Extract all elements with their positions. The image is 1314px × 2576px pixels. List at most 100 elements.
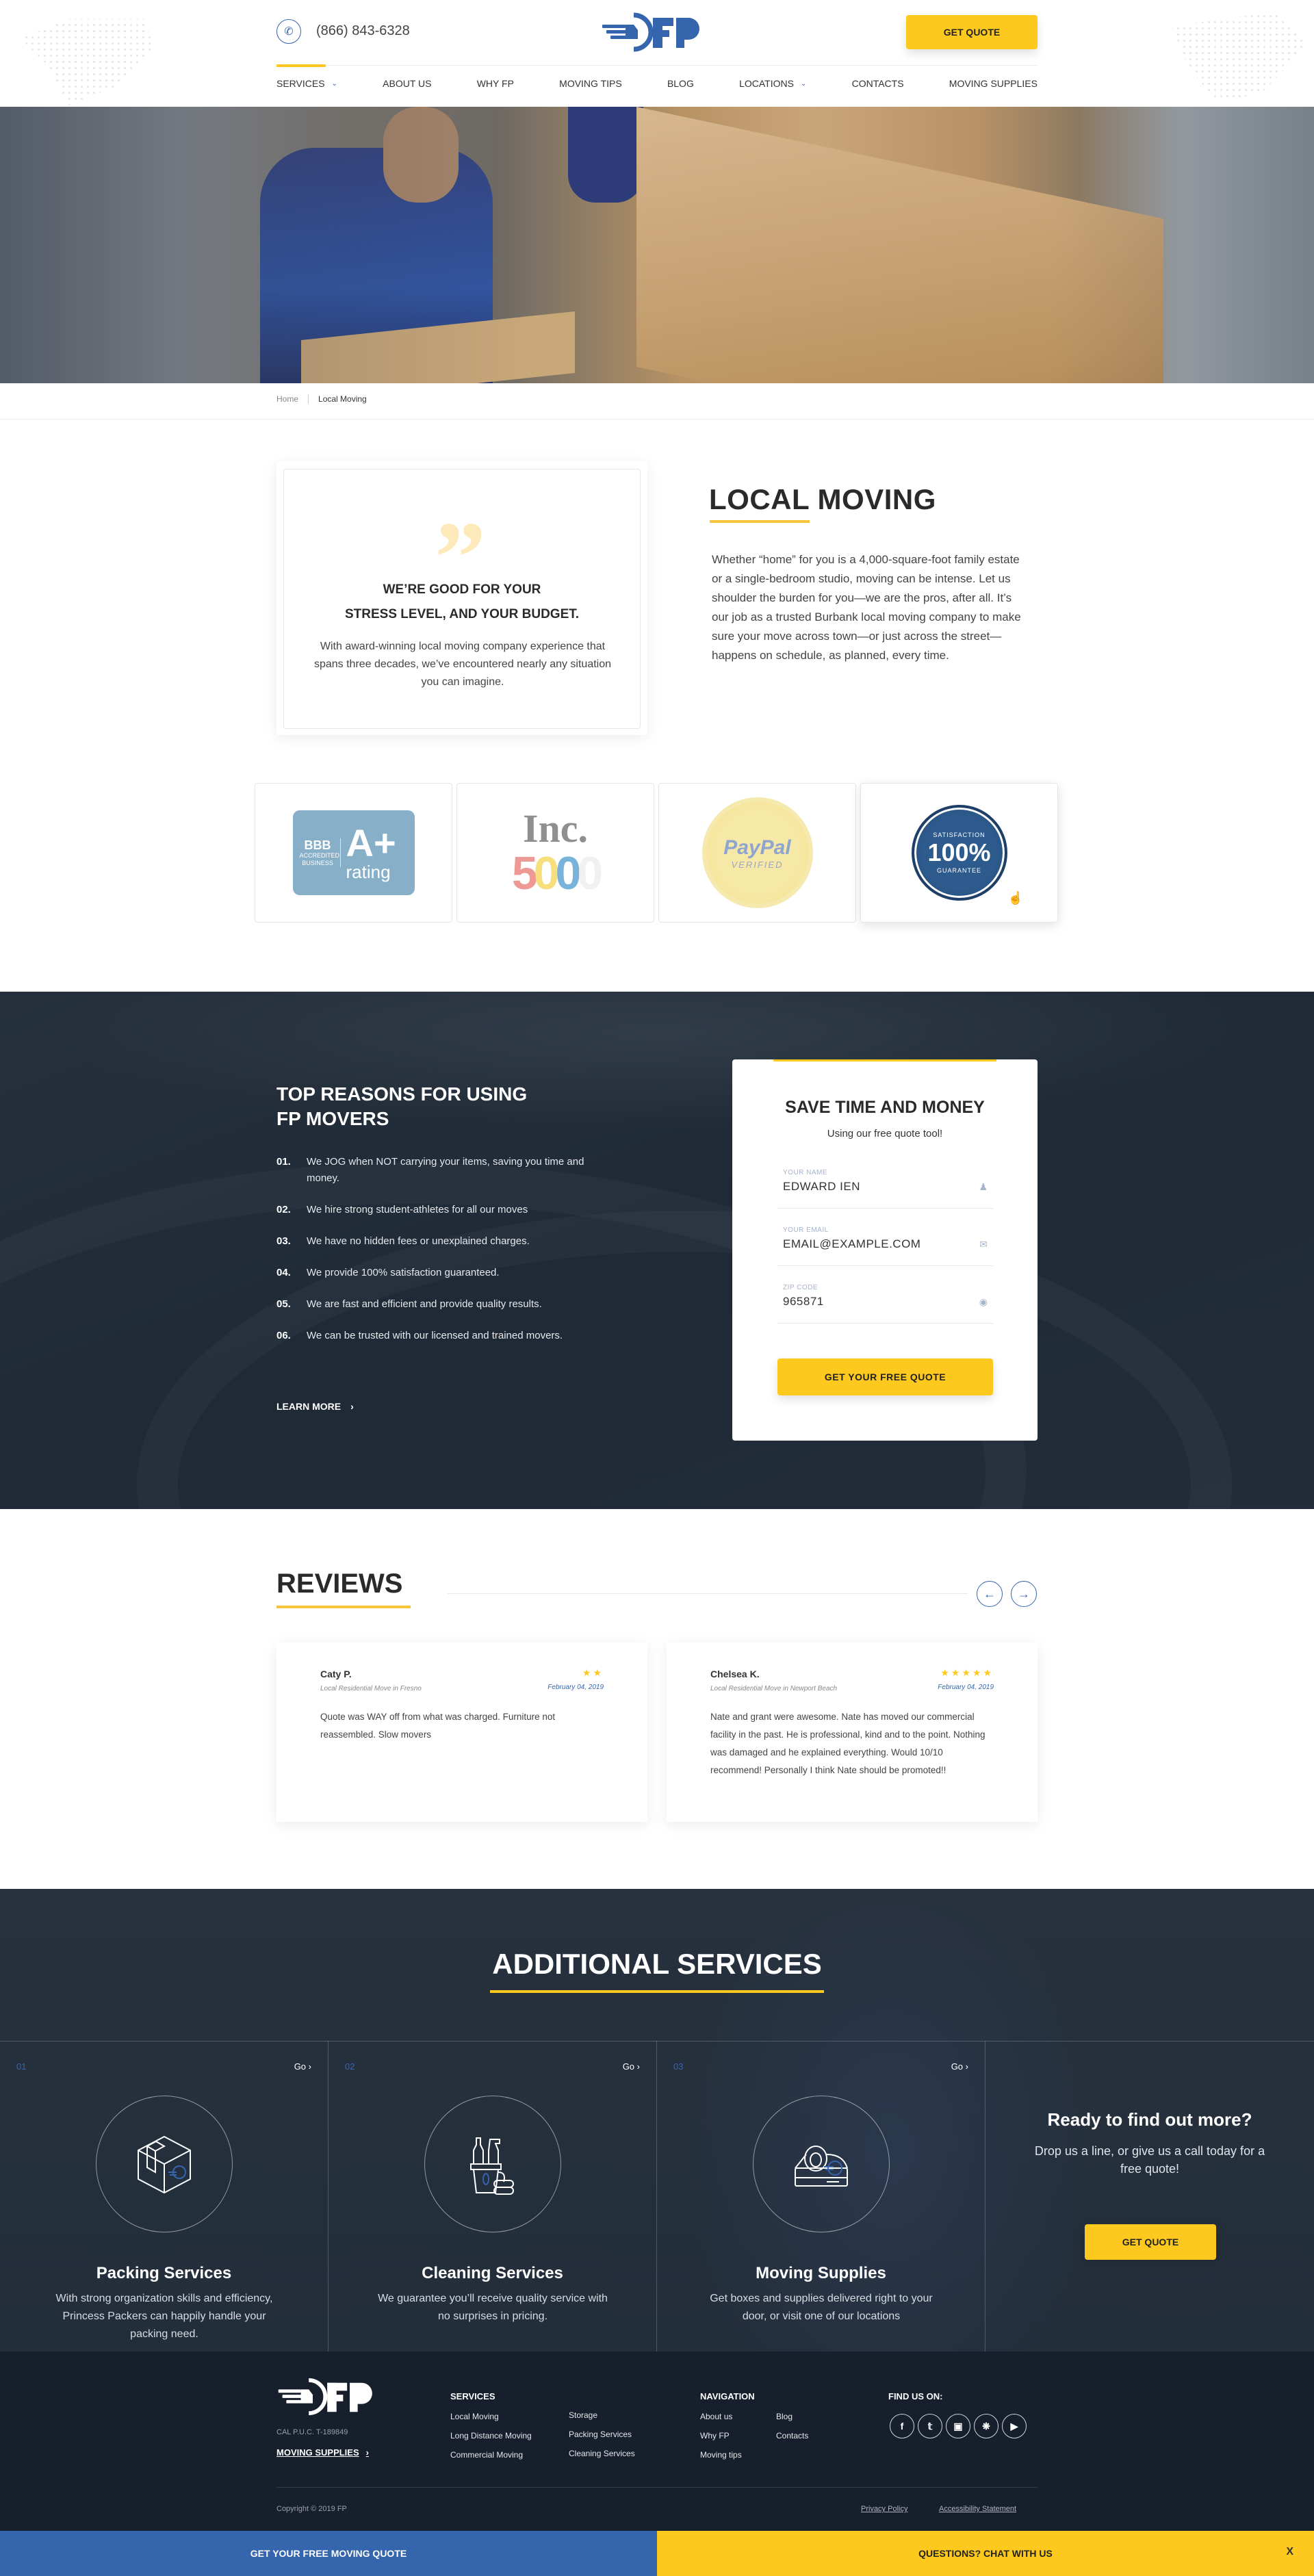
main-nav: SERVICES ⌄ ABOUT US WHY FP MOVING TIPS BL… bbox=[276, 78, 1038, 89]
site-footer bbox=[0, 2352, 1314, 2531]
service-name: Packing Services bbox=[96, 2264, 232, 2282]
service-go-link[interactable]: Go › bbox=[623, 2061, 640, 2072]
footer-link[interactable]: Storage bbox=[569, 2410, 597, 2420]
reason-text: We can be trusted with our licensed and … bbox=[307, 1330, 563, 1341]
bbb-text: BBB bbox=[304, 838, 331, 852]
close-icon[interactable]: X bbox=[1286, 2546, 1293, 2558]
footer-link[interactable]: Local Moving bbox=[450, 2412, 499, 2421]
service-card-supplies[interactable]: 03 Go › Moving Supplies Get boxes and su… bbox=[657, 2041, 985, 2352]
footer-link[interactable]: Packing Services bbox=[569, 2430, 632, 2439]
quote-card-inner: ” WE’RE GOOD FOR YOUR STRESS LEVEL, AND … bbox=[283, 469, 641, 729]
breadcrumb-home[interactable]: Home bbox=[276, 394, 298, 404]
quote-title: WE’RE GOOD FOR YOUR STRESS LEVEL, AND YO… bbox=[284, 578, 640, 627]
bbb-grade: A+ bbox=[346, 821, 396, 864]
copyright: Copyright © 2019 FP bbox=[276, 2505, 347, 2513]
instagram-icon[interactable]: ▣ bbox=[946, 2414, 970, 2438]
footer-social-heading: FIND US ON: bbox=[888, 2391, 943, 2401]
header-get-quote-button[interactable]: GET QUOTE bbox=[906, 15, 1038, 49]
reason-number: 04. bbox=[276, 1267, 291, 1278]
reviews-prev-button[interactable]: ← bbox=[977, 1581, 1003, 1607]
review-move-type: Local Residential Move in Fresno bbox=[320, 1685, 422, 1692]
service-go-link[interactable]: Go › bbox=[951, 2061, 968, 2072]
footer-moving-supplies-link[interactable]: MOVING SUPPLIES › bbox=[276, 2447, 369, 2458]
reviews-next-button[interactable]: → bbox=[1011, 1581, 1037, 1607]
phone-icon[interactable]: ✆ bbox=[276, 19, 301, 44]
review-text: Quote was WAY off from what was charged.… bbox=[320, 1712, 556, 1740]
footer-link[interactable]: About us bbox=[700, 2412, 732, 2421]
page-title: LOCAL MOVING bbox=[709, 483, 936, 515]
free-moving-quote-button[interactable]: GET YOUR FREE MOVING QUOTE bbox=[0, 2531, 657, 2576]
footer-divider bbox=[276, 2487, 1038, 2488]
nav-item-locations[interactable]: LOCATIONS ⌄ bbox=[739, 78, 806, 89]
twitter-icon[interactable]: 𝕥 bbox=[918, 2414, 942, 2438]
footer-link[interactable]: Cleaning Services bbox=[569, 2449, 635, 2458]
hand-cursor-icon: ☝ bbox=[1007, 891, 1023, 905]
badge-paypal-verified[interactable]: PayPal VERIFIED bbox=[658, 783, 856, 923]
footer-link[interactable]: Why FP bbox=[700, 2431, 730, 2440]
reason-number: 06. bbox=[276, 1330, 291, 1341]
bbb-right: A+ rating bbox=[346, 821, 396, 882]
footer-link[interactable]: Moving tips bbox=[700, 2450, 742, 2460]
phone-number[interactable]: (866) 843-6328 bbox=[316, 23, 410, 39]
additional-services-title: ADDITIONAL SERVICES bbox=[492, 1948, 822, 1980]
yelp-icon[interactable]: ❋ bbox=[974, 2414, 999, 2438]
cta-title: Ready to find out more? bbox=[1047, 2109, 1252, 2130]
mail-icon: ✉ bbox=[979, 1239, 988, 1250]
logo-mark bbox=[602, 12, 699, 52]
email-input[interactable] bbox=[783, 1237, 954, 1251]
service-description: We guarantee you’ll receive quality serv… bbox=[378, 2293, 608, 2322]
facebook-icon[interactable]: f bbox=[890, 2414, 914, 2438]
chevron-right-icon: › bbox=[308, 2061, 311, 2072]
learn-more-link[interactable]: LEARN MORE › bbox=[276, 1401, 354, 1412]
service-go-link[interactable]: Go › bbox=[294, 2061, 311, 2072]
zip-input[interactable] bbox=[783, 1295, 954, 1309]
footer-link[interactable]: Blog bbox=[776, 2412, 793, 2421]
footer-fp-logo[interactable] bbox=[276, 2378, 386, 2416]
reviewer-name: Chelsea K. bbox=[710, 1669, 760, 1679]
footer-link[interactable]: Commercial Moving bbox=[450, 2450, 523, 2460]
quote-form: SAVE TIME AND MONEY Using our free quote… bbox=[732, 1059, 1038, 1441]
nav-item-about-us[interactable]: ABOUT US bbox=[383, 78, 431, 89]
footer-link[interactable]: Contacts bbox=[776, 2431, 808, 2440]
badge-bbb[interactable]: BBB ACCREDITED BUSINESS A+ rating bbox=[255, 783, 452, 923]
nav-item-moving-tips[interactable]: MOVING TIPS bbox=[559, 78, 622, 89]
cleaning-supplies-icon bbox=[470, 2137, 514, 2195]
form-title: SAVE TIME AND MONEY bbox=[785, 1098, 985, 1117]
nav-item-moving-supplies[interactable]: MOVING SUPPLIES bbox=[949, 78, 1038, 89]
service-card-packing[interactable]: 01 Go › Packing Services With strong org… bbox=[0, 2041, 328, 2352]
privacy-policy-link[interactable]: Privacy Policy bbox=[861, 2505, 907, 2513]
reviews-divider bbox=[448, 1593, 968, 1594]
chat-with-us-button[interactable]: QUESTIONS? CHAT WITH US X bbox=[657, 2531, 1314, 2576]
inc-number: 5000 bbox=[512, 847, 603, 899]
reasons-section: TOP REASONS FOR USING FP MOVERS 01. We JO… bbox=[0, 992, 1314, 1509]
name-input[interactable] bbox=[783, 1180, 954, 1194]
service-card-cleaning[interactable]: 02 Go › Cleaning Services We guarantee y… bbox=[328, 2041, 657, 2352]
nav-item-blog[interactable]: BLOG bbox=[667, 78, 694, 89]
badge-satisfaction[interactable]: SATISFACTION 100% GUARANTEE ☝ bbox=[860, 783, 1058, 923]
chevron-down-icon: ⌄ bbox=[331, 79, 337, 88]
nav-item-why-fp[interactable]: WHY FP bbox=[477, 78, 514, 89]
get-free-quote-button[interactable]: GET YOUR FREE QUOTE bbox=[777, 1358, 993, 1395]
moving-supplies-label: MOVING SUPPLIES bbox=[276, 2447, 359, 2458]
review-card: Chelsea K. Local Residential Move in New… bbox=[667, 1643, 1038, 1822]
title-underline bbox=[490, 1990, 824, 1993]
nav-item-contacts[interactable]: CONTACTS bbox=[852, 78, 904, 89]
fp-logo[interactable]: FP bbox=[602, 12, 712, 52]
inc-digit: 0 bbox=[555, 847, 582, 899]
footer-navigation-heading: NAVIGATION bbox=[700, 2391, 755, 2401]
breadcrumb-separator bbox=[308, 394, 309, 404]
youtube-icon[interactable]: ▶ bbox=[1002, 2414, 1027, 2438]
badge-inc5000[interactable]: Inc. 5000 bbox=[456, 783, 654, 923]
cta-get-quote-button[interactable]: GET QUOTE bbox=[1085, 2224, 1216, 2260]
logo-text: FP bbox=[602, 12, 604, 13]
satisfaction-seal: SATISFACTION 100% GUARANTEE bbox=[911, 805, 1007, 901]
bbb-left: BBB ACCREDITED BUSINESS bbox=[300, 838, 341, 867]
reason-item: 05. We are fast and efficient and provide… bbox=[276, 1296, 591, 1313]
reason-text: We provide 100% satisfaction guaranteed. bbox=[307, 1267, 500, 1278]
nav-item-services[interactable]: SERVICES ⌄ bbox=[276, 78, 337, 89]
breadcrumb-divider bbox=[0, 419, 1314, 420]
service-icon-circle bbox=[753, 2096, 890, 2232]
accessibility-statement-link[interactable]: Accessibility Statement bbox=[939, 2505, 1016, 2513]
footer-link[interactable]: Long Distance Moving bbox=[450, 2431, 532, 2440]
paypal-brand: PayPal bbox=[723, 836, 791, 859]
